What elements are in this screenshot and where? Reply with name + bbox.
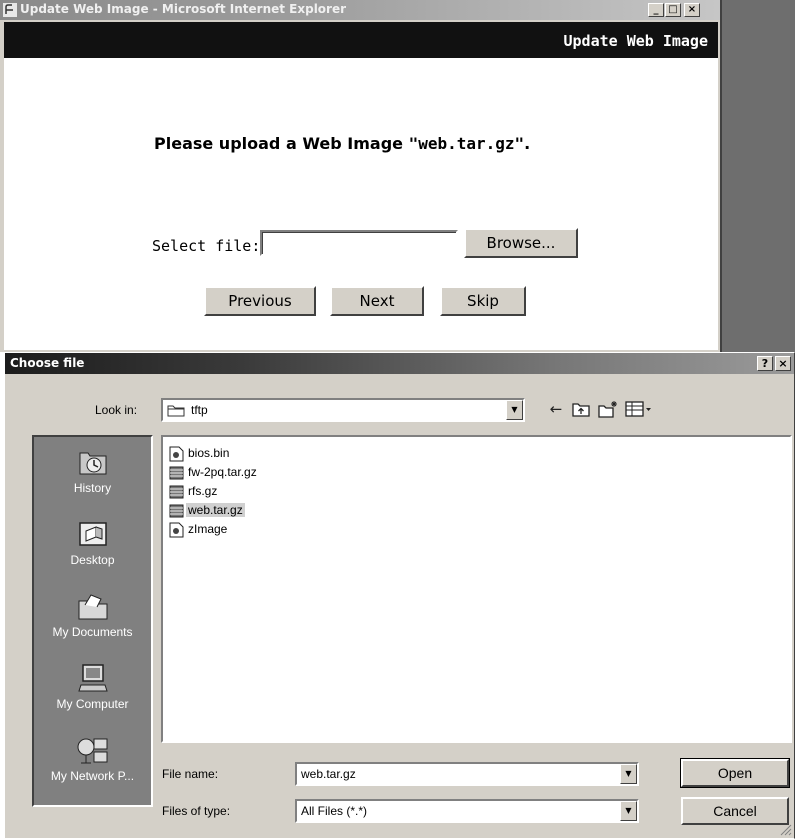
choose-file-dialog: Choose file ? × Look in: tftp ▼ ← Histor… [4, 352, 795, 839]
chevron-down-icon[interactable]: ▼ [620, 764, 637, 784]
generic-file-icon [169, 522, 184, 538]
my-network-icon [77, 738, 107, 764]
view-menu-icon[interactable] [625, 400, 653, 418]
close-button[interactable]: × [684, 3, 700, 17]
select-file-input[interactable] [260, 230, 458, 256]
file-name: rfs.gz [188, 484, 218, 498]
folder-icon [167, 405, 185, 417]
file-type-value: All Files (*.*) [301, 804, 368, 818]
help-button[interactable]: ? [757, 356, 773, 371]
place-label-desktop: Desktop [70, 553, 115, 567]
look-in-value: tftp [191, 403, 208, 417]
page-header: Update Web Image [4, 22, 718, 58]
chevron-down-icon[interactable]: ▼ [620, 801, 637, 821]
next-button[interactable]: Next [330, 286, 424, 316]
browse-button[interactable]: Browse... [464, 228, 578, 258]
select-file-label: Select file: [152, 237, 261, 255]
archive-icon [169, 485, 184, 499]
dialog-title: Choose file [10, 356, 85, 370]
history-icon [79, 452, 106, 475]
look-in-label: Look in: [95, 403, 138, 417]
minimize-button[interactable]: _ [648, 3, 664, 17]
file-name: web.tar.gz [186, 503, 245, 517]
place-label-my-documents: My Documents [52, 625, 133, 639]
ie-logo-icon [3, 3, 17, 17]
chevron-down-icon[interactable]: ▼ [506, 400, 523, 420]
file-name: fw-2pq.tar.gz [188, 465, 257, 479]
page-title: Update Web Image [563, 32, 709, 50]
back-arrow-icon[interactable]: ← [545, 400, 567, 418]
file-list[interactable]: bios.bin fw-2pq.tar.gz rfs.gz web.tar.gz [161, 435, 792, 743]
ie-window: Update Web Image - Microsoft Internet Ex… [0, 0, 722, 352]
generic-file-icon [169, 446, 184, 462]
upload-prompt: Please upload a Web Image "web.tar.gz". [154, 134, 530, 153]
place-history[interactable]: History [34, 439, 151, 511]
places-bar: History Desktop My Documents My Computer… [32, 435, 153, 807]
archive-icon [169, 504, 184, 518]
place-my-computer[interactable]: My Computer [34, 655, 151, 727]
place-label-history: History [73, 481, 112, 495]
my-computer-icon [77, 664, 108, 692]
my-documents-icon [78, 594, 107, 620]
web-page: Update Web Image Please upload a Web Ima… [4, 22, 718, 350]
desktop-icon [78, 522, 107, 546]
cancel-button[interactable]: Cancel [681, 797, 789, 825]
look-in-dropdown[interactable]: tftp ▼ [161, 398, 525, 422]
file-name: zImage [188, 522, 228, 536]
file-type-select[interactable]: All Files (*.*) ▼ [295, 799, 639, 823]
new-folder-icon[interactable] [597, 400, 619, 418]
place-my-network[interactable]: My Network P... [34, 727, 151, 799]
open-button[interactable]: Open [680, 758, 790, 788]
dialog-title-bar[interactable]: Choose file ? × [5, 353, 794, 374]
file-name-field[interactable]: web.tar.gz ▼ [295, 762, 639, 786]
skip-button[interactable]: Skip [440, 286, 526, 316]
prompt-suffix: . [524, 134, 531, 153]
archive-icon [169, 466, 184, 480]
prompt-text: Please upload a Web Image [154, 134, 409, 153]
previous-button[interactable]: Previous [204, 286, 316, 316]
desktop-background [722, 0, 795, 352]
file-type-label: Files of type: [162, 804, 231, 818]
place-my-documents[interactable]: My Documents [34, 583, 151, 655]
file-name-label: File name: [162, 767, 219, 781]
resize-grip-icon[interactable] [780, 824, 792, 836]
place-label-my-network: My Network P... [50, 769, 135, 783]
place-desktop[interactable]: Desktop [34, 511, 151, 583]
ie-title-bar[interactable]: Update Web Image - Microsoft Internet Ex… [0, 0, 720, 20]
file-name-value: web.tar.gz [301, 767, 356, 781]
ie-window-title: Update Web Image - Microsoft Internet Ex… [20, 2, 347, 16]
prompt-filename: "web.tar.gz" [408, 134, 525, 153]
up-folder-icon[interactable] [571, 400, 591, 418]
place-label-my-computer: My Computer [56, 697, 129, 711]
maximize-button[interactable]: □ [665, 3, 681, 17]
dialog-close-button[interactable]: × [775, 356, 791, 371]
file-name: bios.bin [188, 446, 230, 460]
